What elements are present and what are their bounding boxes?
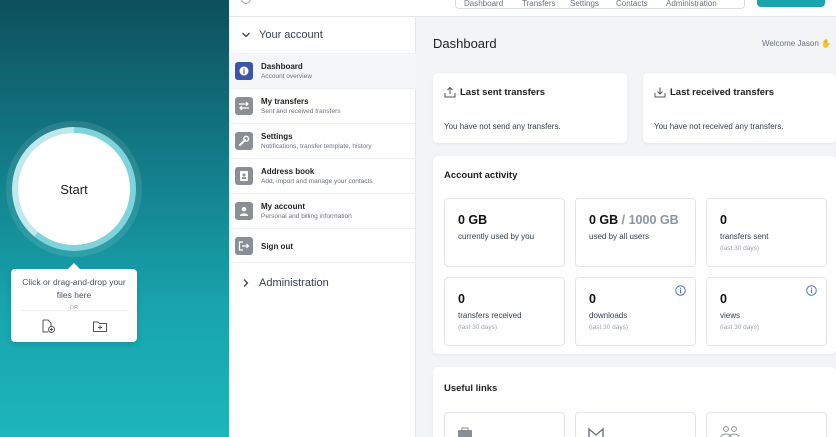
sidebar-item-dashboard[interactable]: Dashboard Account overview	[229, 53, 416, 88]
account-activity-card: Account activity 0 GB currently used by …	[433, 156, 836, 354]
card-title: Account activity	[444, 170, 518, 181]
sidebar-item-sign-out[interactable]: Sign out	[229, 228, 416, 263]
stat-label: downloads	[589, 311, 628, 320]
waving-hand-icon: ✋	[821, 39, 831, 48]
nav-dashboard[interactable]: Dashboard	[464, 0, 503, 8]
start-button[interactable]: Start	[18, 133, 130, 245]
chevron-down-icon	[242, 32, 250, 38]
info-icon	[235, 62, 253, 80]
nav-administration[interactable]: Administration	[666, 0, 717, 8]
main-content: Dashboard Welcome Jason ✋ Last sent tran…	[417, 17, 836, 437]
stat-value: 0	[720, 292, 727, 306]
sidebar-item-sublabel: Personal and billing information	[261, 213, 352, 220]
download-tray-icon	[654, 87, 666, 98]
card-title: Last sent transfers	[460, 87, 546, 98]
sidebar-item-label: Address book	[261, 167, 315, 176]
sidebar-item-label: Sign out	[261, 242, 293, 251]
last-sent-card: Last sent transfers You have not send an…	[433, 73, 627, 143]
stat-label: transfers sent	[720, 232, 769, 241]
stat-downloads: 0 downloads (last 30 days)	[575, 277, 696, 346]
your-account-toggle[interactable]: Your account	[229, 17, 416, 53]
stat-views: 0 views (last 30 days)	[706, 277, 827, 346]
briefcase-icon	[458, 427, 472, 437]
address-book-icon	[235, 167, 253, 185]
mail-icon	[588, 427, 604, 437]
user-icon	[235, 202, 253, 220]
stat-value: 0 GB	[458, 213, 488, 227]
stat-label: used by all users	[589, 232, 650, 241]
last-received-card: Last received transfers You have not rec…	[643, 73, 836, 143]
add-file-icon[interactable]	[40, 319, 56, 333]
upload-panel: Start Click or drag-and-drop your files …	[0, 0, 229, 437]
wrench-icon	[235, 132, 253, 150]
useful-link-tile[interactable]	[706, 412, 827, 437]
stat-used-by-all: 0 GB / 1000 GB used by all users	[575, 198, 696, 267]
stat-value: 0	[458, 292, 465, 306]
sidebar-item-address-book[interactable]: Address book Add, import and manage your…	[229, 158, 416, 193]
section-title: Your account	[259, 29, 323, 41]
sidebar-item-sublabel: Notifications, transfer template, histor…	[261, 143, 372, 150]
stat-label: transfers received	[458, 311, 522, 320]
upload-tray-icon	[444, 86, 456, 98]
stat-transfers-received: 0 transfers received (last 30 days)	[444, 277, 565, 346]
stat-used-by-you: 0 GB currently used by you	[444, 198, 565, 267]
page-title: Dashboard	[433, 36, 497, 51]
nav-contacts[interactable]: Contacts	[616, 0, 648, 8]
sidebar-item-my-transfers[interactable]: My transfers Sent and received transfers	[229, 88, 416, 123]
useful-link-tile[interactable]	[575, 412, 696, 437]
card-title: Useful links	[444, 383, 498, 394]
sidebar-item-my-account[interactable]: My account Personal and billing informat…	[229, 193, 416, 228]
sidebar-item-sublabel: Sent and received transfers	[261, 108, 341, 115]
welcome-message: Welcome Jason ✋	[762, 39, 831, 48]
sign-out-icon	[235, 237, 253, 255]
nav-settings[interactable]: Settings	[570, 0, 599, 8]
top-bar: Dashboard Transfers Settings Contacts Ad…	[229, 0, 836, 17]
users-icon	[720, 426, 740, 437]
logo-icon	[241, 0, 251, 4]
stat-label: currently used by you	[458, 232, 535, 241]
stat-value-main: 0 GB	[589, 213, 619, 227]
card-text: You have not received any transfers.	[654, 122, 784, 131]
stat-sublabel: (last 30 days)	[458, 324, 498, 331]
top-nav: Dashboard Transfers Settings Contacts Ad…	[455, 0, 745, 9]
useful-link-tile[interactable]	[444, 412, 565, 437]
administration-toggle[interactable]: Administration	[229, 265, 416, 301]
card-text: You have not send any transfers.	[444, 122, 561, 131]
add-folder-icon[interactable]	[92, 319, 108, 333]
sidebar-item-label: My account	[261, 202, 306, 211]
section-title: Administration	[259, 277, 329, 289]
stat-sublabel: (last 30 days)	[720, 245, 760, 252]
sidebar-item-label: Settings	[261, 132, 293, 141]
sidebar-item-settings[interactable]: Settings Notifications, transfer templat…	[229, 123, 416, 158]
sidebar-item-label: Dashboard	[261, 62, 303, 71]
stat-value: 0 GB / 1000 GB	[589, 213, 679, 227]
drop-zone[interactable]: Click or drag-and-drop your files here O…	[11, 263, 137, 342]
stat-sublabel: (last 30 days)	[720, 324, 760, 331]
useful-links-card: Useful links	[433, 367, 836, 437]
stat-value: 0	[720, 213, 727, 227]
card-title: Last received transfers	[670, 87, 775, 98]
sidebar-item-sublabel: Account overview	[261, 73, 312, 80]
welcome-text: Welcome Jason	[762, 39, 819, 48]
or-label: OR	[69, 305, 79, 311]
stat-label: views	[720, 311, 741, 320]
stat-sublabel: (last 30 days)	[589, 324, 629, 331]
stat-value-quota: / 1000 GB	[618, 213, 679, 227]
stat-transfers-sent: 0 transfers sent (last 30 days)	[706, 198, 827, 267]
info-icon[interactable]	[806, 285, 817, 296]
top-action-button[interactable]	[757, 0, 825, 7]
info-icon[interactable]	[675, 285, 686, 296]
chevron-right-icon	[243, 279, 249, 287]
drop-zone-text: Click or drag-and-drop your files here	[22, 277, 126, 300]
stat-value: 0	[589, 292, 596, 306]
transfer-arrows-icon	[235, 97, 253, 115]
sidebar: Your account Dashboard Account overview …	[229, 17, 416, 437]
sidebar-item-label: My transfers	[261, 97, 309, 106]
sidebar-item-sublabel: Add, import and manage your contacts	[261, 178, 373, 185]
nav-transfers[interactable]: Transfers	[522, 0, 556, 8]
